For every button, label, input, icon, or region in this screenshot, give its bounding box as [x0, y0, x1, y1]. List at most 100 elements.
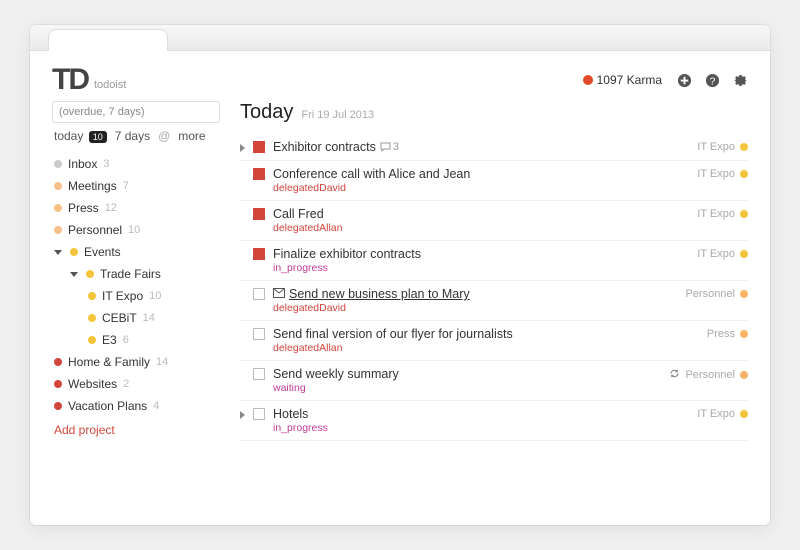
task-title: Finalize exhibitor contracts [273, 247, 689, 261]
filter-more[interactable]: more [178, 129, 205, 143]
project-color-dot [54, 160, 62, 168]
project-name: Inbox [68, 157, 97, 171]
task-row[interactable]: Call FreddelegatedAllan IT Expo [240, 201, 748, 241]
task-project-label: Personnel [685, 288, 735, 300]
add-project-button[interactable]: Add project [52, 417, 220, 443]
task-row[interactable]: Send new business plan to MarydelegatedD… [240, 281, 748, 321]
task-checkbox[interactable] [253, 328, 265, 340]
project-name: Meetings [68, 179, 117, 193]
browser-tab[interactable] [48, 29, 168, 51]
help-icon[interactable]: ? [704, 72, 720, 88]
project-color-dot [88, 314, 96, 322]
task-project-label: IT Expo [697, 208, 735, 220]
task-project-label: IT Expo [697, 141, 735, 153]
project-count: 7 [123, 180, 129, 192]
section-heading: Today Fri 19 Jul 2013 [240, 101, 748, 124]
sidebar-item-events[interactable]: Events [52, 241, 220, 263]
task-meta: Press [707, 328, 748, 340]
task-checkbox[interactable] [253, 408, 265, 420]
sidebar-item-press[interactable]: Press12 [52, 197, 220, 219]
task-checkbox[interactable] [253, 288, 265, 300]
sidebar-item-cebit[interactable]: CEBiT14 [52, 307, 220, 329]
sidebar-item-personnel[interactable]: Personnel10 [52, 219, 220, 241]
logo-mark: TD [52, 65, 88, 95]
task-subtext: delegatedAllan [273, 342, 699, 354]
filter-today[interactable]: today 10 [54, 129, 107, 143]
project-color-dot [70, 248, 78, 256]
task-subtext: delegatedAllan [273, 222, 689, 234]
sidebar-item-websites[interactable]: Websites2 [52, 373, 220, 395]
project-name: Home & Family [68, 355, 150, 369]
browser-window: TD todoist 1097 Karma ? [30, 25, 770, 525]
project-name: Events [84, 245, 121, 259]
task-project-dot [740, 210, 748, 218]
logo-word: todoist [94, 79, 126, 95]
svg-text:?: ? [709, 76, 715, 87]
page-title: Today [240, 101, 293, 124]
task-row[interactable]: Send weekly summarywaitingPersonnel [240, 361, 748, 401]
sidebar-item-it-expo[interactable]: IT Expo10 [52, 285, 220, 307]
task-project-label: Press [707, 328, 735, 340]
expand-icon[interactable] [240, 144, 245, 152]
project-color-dot [54, 182, 62, 190]
project-count: 14 [156, 356, 168, 368]
app-root: TD todoist 1097 Karma ? [30, 51, 770, 525]
sidebar-item-vacation-plans[interactable]: Vacation Plans4 [52, 395, 220, 417]
chevron-down-icon [54, 250, 62, 255]
task-project-dot [740, 170, 748, 178]
task-project-dot [740, 250, 748, 258]
project-color-dot [54, 226, 62, 234]
comments-icon[interactable]: 3 [380, 141, 399, 153]
project-color-dot [54, 380, 62, 388]
karma-indicator[interactable]: 1097 Karma [583, 73, 662, 87]
task-subtext: in_progress [273, 422, 689, 434]
task-subtext: delegatedDavid [273, 182, 689, 194]
task-checkbox[interactable] [253, 141, 265, 153]
karma-icon [583, 75, 593, 85]
top-bar: TD todoist 1097 Karma ? [52, 65, 748, 95]
task-meta: Personnel [669, 368, 748, 382]
project-name: Websites [68, 377, 117, 391]
filter-at-icon[interactable]: @ [158, 129, 170, 143]
task-meta: IT Expo [697, 168, 748, 180]
search-input[interactable] [52, 101, 220, 123]
task-checkbox[interactable] [253, 208, 265, 220]
sidebar-item-meetings[interactable]: Meetings 7 [52, 175, 220, 197]
task-checkbox[interactable] [253, 368, 265, 380]
task-title: Conference call with Alice and Jean [273, 167, 689, 181]
task-row[interactable]: Hotelsin_progressIT Expo [240, 401, 748, 441]
sidebar-item-e3[interactable]: E36 [52, 329, 220, 351]
task-row[interactable]: Finalize exhibitor contractsin_progressI… [240, 241, 748, 281]
task-checkbox[interactable] [253, 248, 265, 260]
project-color-dot [54, 358, 62, 366]
project-name: IT Expo [102, 289, 143, 303]
project-count: 4 [153, 400, 159, 412]
gear-icon[interactable] [732, 72, 748, 88]
main-panel: Today Fri 19 Jul 2013 Exhibitor contract… [240, 101, 748, 515]
add-icon[interactable] [676, 72, 692, 88]
task-title: Call Fred [273, 207, 689, 221]
project-count: 3 [103, 158, 109, 170]
filter-7days[interactable]: 7 days [115, 129, 150, 143]
project-name: Press [68, 201, 99, 215]
task-title: Send new business plan to Mary [273, 287, 677, 301]
task-checkbox[interactable] [253, 168, 265, 180]
task-project-dot [740, 371, 748, 379]
sidebar-item-trade-fairs[interactable]: Trade Fairs [52, 263, 220, 285]
task-row[interactable]: Conference call with Alice and Jeandeleg… [240, 161, 748, 201]
karma-value: 1097 Karma [597, 73, 662, 87]
sidebar-item-inbox[interactable]: Inbox 3 [52, 153, 220, 175]
project-color-dot [88, 336, 96, 344]
task-title: Send weekly summary [273, 367, 661, 381]
task-project-label: Personnel [685, 369, 735, 381]
recurring-icon [669, 368, 680, 382]
project-color-dot [86, 270, 94, 278]
task-project-label: IT Expo [697, 168, 735, 180]
task-row[interactable]: Exhibitor contracts3IT Expo [240, 134, 748, 161]
task-project-label: IT Expo [697, 248, 735, 260]
task-meta: IT Expo [697, 208, 748, 220]
task-row[interactable]: Send final version of our flyer for jour… [240, 321, 748, 361]
expand-icon[interactable] [240, 411, 245, 419]
sidebar-item-home-family[interactable]: Home & Family 14 [52, 351, 220, 373]
task-meta: IT Expo [697, 248, 748, 260]
